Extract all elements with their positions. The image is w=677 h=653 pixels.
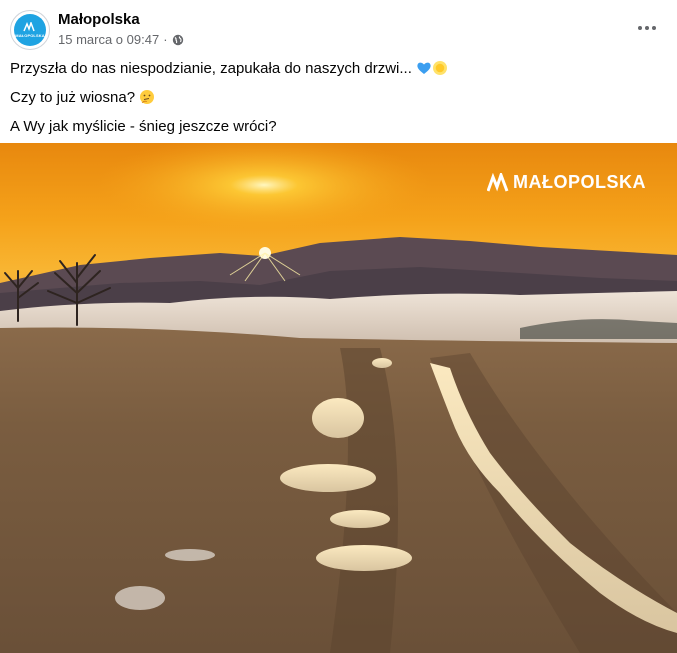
post-meta: 15 marca o 09:47 · [58, 32, 184, 47]
avatar-logo: MAŁOPOLSKA [14, 14, 46, 46]
globe-icon[interactable] [172, 34, 184, 46]
thinking-face-icon [140, 90, 155, 104]
post-line-1: Przyszła do nas niespodzianie, zapukała … [10, 59, 448, 79]
avatar[interactable]: MAŁOPOLSKA [10, 10, 50, 50]
post-line-2: Czy to już wiosna? [10, 88, 448, 108]
post-line-3: A Wy jak myślicie - śnieg jeszcze wróci? [10, 118, 277, 135]
landscape-image [0, 143, 677, 653]
more-horizontal-icon [638, 26, 642, 30]
logo-mountain-icon [23, 22, 35, 32]
facebook-post: MAŁOPOLSKA Małopolska 15 marca o 09:47 ·… [0, 0, 677, 653]
watermark-text: MAŁOPOLSKA [513, 172, 646, 192]
page-name[interactable]: Małopolska [58, 11, 140, 28]
logo-mountain-icon [487, 172, 509, 192]
blue-heart-icon [417, 62, 431, 74]
post-text: Przyszła do nas niespodzianie, zapukała … [10, 59, 448, 146]
post-photo[interactable]: MAŁOPOLSKA [0, 143, 677, 653]
photo-watermark: MAŁOPOLSKA [487, 172, 646, 193]
avatar-label: MAŁOPOLSKA [15, 33, 45, 38]
sun-icon [433, 61, 448, 75]
meta-separator: · [163, 32, 168, 47]
more-options-button[interactable] [635, 16, 659, 40]
post-header: MAŁOPOLSKA Małopolska 15 marca o 09:47 · [0, 0, 677, 56]
post-timestamp[interactable]: 15 marca o 09:47 [58, 32, 159, 47]
